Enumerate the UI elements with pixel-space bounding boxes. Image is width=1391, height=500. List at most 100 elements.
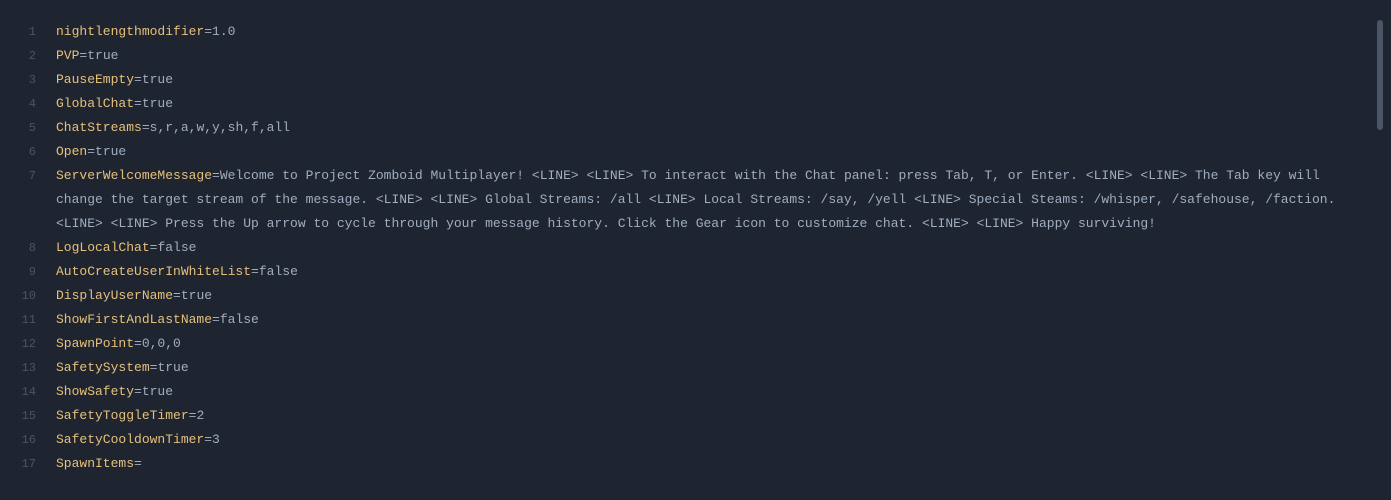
line-content: SafetySystem=true xyxy=(56,356,1376,380)
line-number: 5 xyxy=(0,116,56,140)
code-line[interactable]: 6Open=true xyxy=(0,140,1376,164)
line-number: 3 xyxy=(0,68,56,92)
equals-sign: = xyxy=(173,288,181,303)
config-value: true xyxy=(87,48,118,63)
equals-sign: = xyxy=(251,264,259,279)
code-line[interactable]: 2PVP=true xyxy=(0,44,1376,68)
line-content: LogLocalChat=false xyxy=(56,236,1376,260)
equals-sign: = xyxy=(134,456,142,471)
line-content: nightlengthmodifier=1.0 xyxy=(56,20,1376,44)
code-line[interactable]: 12SpawnPoint=0,0,0 xyxy=(0,332,1376,356)
line-number: 15 xyxy=(0,404,56,428)
config-value: true xyxy=(181,288,212,303)
line-content: SafetyCooldownTimer=3 xyxy=(56,428,1376,452)
line-number: 18 xyxy=(0,476,56,480)
line-number: 14 xyxy=(0,380,56,404)
config-value: true xyxy=(142,96,173,111)
equals-sign: = xyxy=(134,72,142,87)
line-content: GlobalChat=true xyxy=(56,92,1376,116)
config-key: ChatStreams xyxy=(56,120,142,135)
config-value: true xyxy=(95,144,126,159)
line-content: ShowSafety=true xyxy=(56,380,1376,404)
equals-sign: = xyxy=(212,312,220,327)
line-number: 8 xyxy=(0,236,56,260)
line-content: ChatStreams=s,r,a,w,y,sh,f,all xyxy=(56,116,1376,140)
config-value: true xyxy=(142,384,173,399)
config-value: 3 xyxy=(212,432,220,447)
code-line[interactable]: 17SpawnItems= xyxy=(0,452,1376,476)
line-number: 1 xyxy=(0,20,56,44)
config-key: GlobalChat xyxy=(56,96,134,111)
config-key: SafetyCooldownTimer xyxy=(56,432,204,447)
config-key: ShowSafety xyxy=(56,384,134,399)
line-number: 7 xyxy=(0,164,56,188)
code-line[interactable]: 15SafetyToggleTimer=2 xyxy=(0,404,1376,428)
code-line[interactable]: 5ChatStreams=s,r,a,w,y,sh,f,all xyxy=(0,116,1376,140)
line-number: 12 xyxy=(0,332,56,356)
equals-sign: = xyxy=(134,336,142,351)
code-line[interactable]: 14ShowSafety=true xyxy=(0,380,1376,404)
line-number: 10 xyxy=(0,284,56,308)
line-number: 9 xyxy=(0,260,56,284)
config-value: true xyxy=(157,360,188,375)
line-content: PVP=true xyxy=(56,44,1376,68)
line-content: Open=true xyxy=(56,140,1376,164)
line-number: 13 xyxy=(0,356,56,380)
code-line[interactable]: 7ServerWelcomeMessage=Welcome to Project… xyxy=(0,164,1376,236)
config-value: false xyxy=(259,264,298,279)
config-value: false xyxy=(220,312,259,327)
code-line[interactable]: 13SafetySystem=true xyxy=(0,356,1376,380)
config-value: false xyxy=(157,240,196,255)
config-value: 0,0,0 xyxy=(142,336,181,351)
line-content: ShowFirstAndLastName=false xyxy=(56,308,1376,332)
line-content: DisplayUserName=true xyxy=(56,284,1376,308)
code-block[interactable]: 1nightlengthmodifier=1.02PVP=true3PauseE… xyxy=(0,20,1391,480)
line-number: 16 xyxy=(0,428,56,452)
line-number: 6 xyxy=(0,140,56,164)
config-key: SpawnItems xyxy=(56,456,134,471)
config-key: ServerWelcomeMessage xyxy=(56,168,212,183)
line-content: DefaultPort=16261 xyxy=(56,476,1376,480)
equals-sign: = xyxy=(142,120,150,135)
config-value: Welcome to Project Zomboid Multiplayer! … xyxy=(56,168,1343,231)
code-line[interactable]: 9AutoCreateUserInWhiteList=false xyxy=(0,260,1376,284)
code-line[interactable]: 4GlobalChat=true xyxy=(0,92,1376,116)
config-key: SafetySystem xyxy=(56,360,150,375)
config-key: AutoCreateUserInWhiteList xyxy=(56,264,251,279)
line-number: 4 xyxy=(0,92,56,116)
scrollbar-thumb[interactable] xyxy=(1377,20,1383,130)
code-line[interactable]: 8LogLocalChat=false xyxy=(0,236,1376,260)
config-value: true xyxy=(142,72,173,87)
config-value: s,r,a,w,y,sh,f,all xyxy=(150,120,290,135)
equals-sign: = xyxy=(204,24,212,39)
line-content: SafetyToggleTimer=2 xyxy=(56,404,1376,428)
code-line[interactable]: 11ShowFirstAndLastName=false xyxy=(0,308,1376,332)
equals-sign: = xyxy=(212,168,220,183)
line-number: 2 xyxy=(0,44,56,68)
line-content: SpawnItems= xyxy=(56,452,1376,476)
line-content: SpawnPoint=0,0,0 xyxy=(56,332,1376,356)
code-line[interactable]: 10DisplayUserName=true xyxy=(0,284,1376,308)
equals-sign: = xyxy=(87,144,95,159)
line-content: AutoCreateUserInWhiteList=false xyxy=(56,260,1376,284)
config-key: LogLocalChat xyxy=(56,240,150,255)
equals-sign: = xyxy=(204,432,212,447)
config-value: 1.0 xyxy=(212,24,235,39)
config-key: SafetyToggleTimer xyxy=(56,408,189,423)
line-number: 11 xyxy=(0,308,56,332)
config-key: Open xyxy=(56,144,87,159)
code-line[interactable]: 16SafetyCooldownTimer=3 xyxy=(0,428,1376,452)
config-key: DisplayUserName xyxy=(56,288,173,303)
code-line[interactable]: 1nightlengthmodifier=1.0 xyxy=(0,20,1376,44)
config-key: nightlengthmodifier xyxy=(56,24,204,39)
config-value: 2 xyxy=(196,408,204,423)
config-key: SpawnPoint xyxy=(56,336,134,351)
code-line[interactable]: 3PauseEmpty=true xyxy=(0,68,1376,92)
line-content: ServerWelcomeMessage=Welcome to Project … xyxy=(56,164,1376,236)
line-number: 17 xyxy=(0,452,56,476)
equals-sign: = xyxy=(134,384,142,399)
config-key: PauseEmpty xyxy=(56,72,134,87)
config-key: ShowFirstAndLastName xyxy=(56,312,212,327)
code-line[interactable]: 18DefaultPort=16261 xyxy=(0,476,1376,480)
code-editor: 1nightlengthmodifier=1.02PVP=true3PauseE… xyxy=(0,0,1391,500)
